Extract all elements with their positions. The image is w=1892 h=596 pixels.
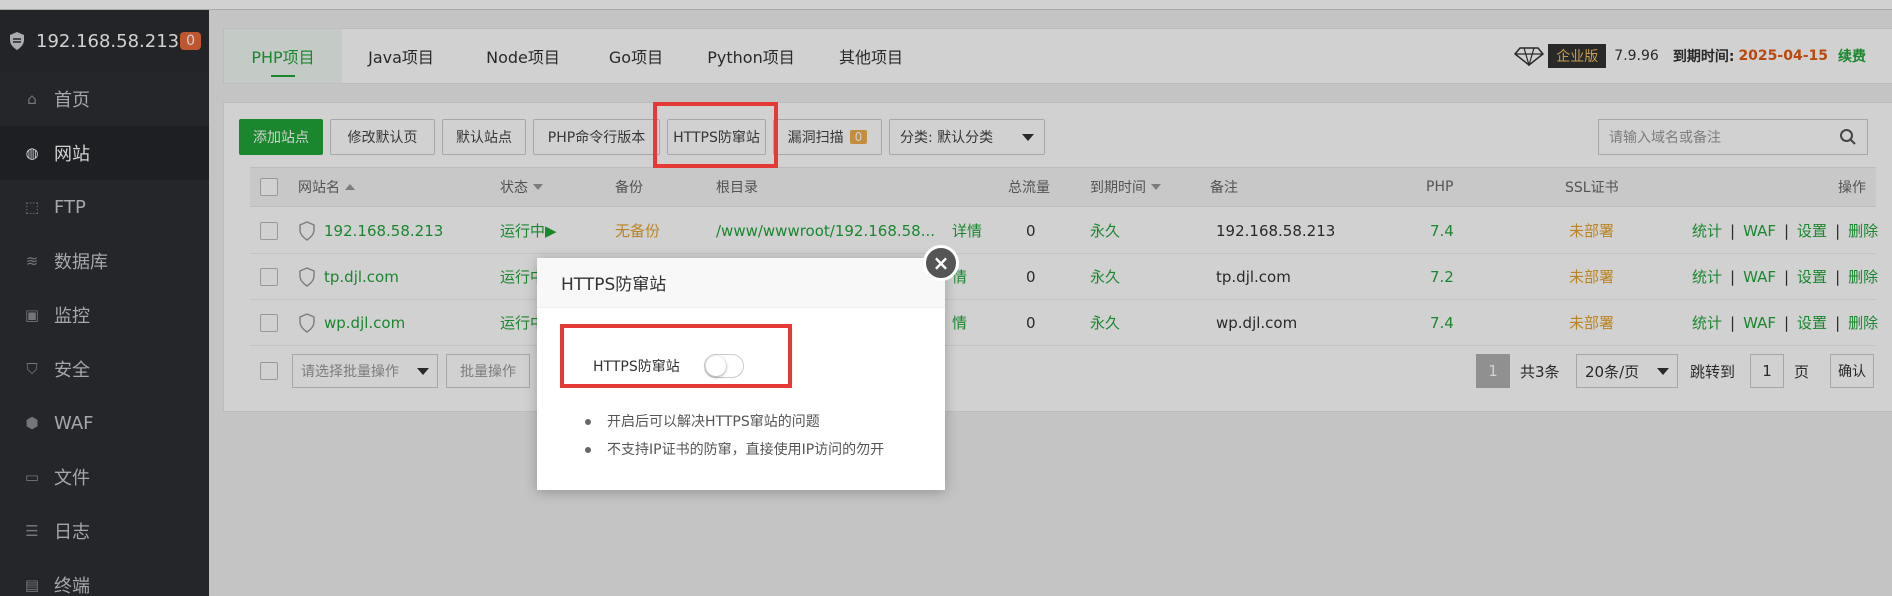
modal-title: HTTPS防窜站	[537, 258, 945, 308]
note-item: 开启后可以解决HTTPS窜站的问题	[585, 408, 884, 436]
close-icon[interactable]: ×	[923, 245, 959, 281]
modal-overlay[interactable]	[0, 0, 1892, 596]
note-text: 不支持IP证书的防窜，直接使用IP访问的勿开	[607, 442, 885, 458]
bullet-icon	[585, 419, 591, 425]
note-text: 开启后可以解决HTTPS窜站的问题	[607, 414, 820, 430]
note-item: 不支持IP证书的防窜，直接使用IP访问的勿开	[585, 436, 884, 464]
bullet-icon	[585, 447, 591, 453]
modal-notes: 开启后可以解决HTTPS窜站的问题 不支持IP证书的防窜，直接使用IP访问的勿开	[585, 408, 884, 464]
highlight-box	[653, 102, 778, 168]
highlight-box	[560, 324, 792, 388]
